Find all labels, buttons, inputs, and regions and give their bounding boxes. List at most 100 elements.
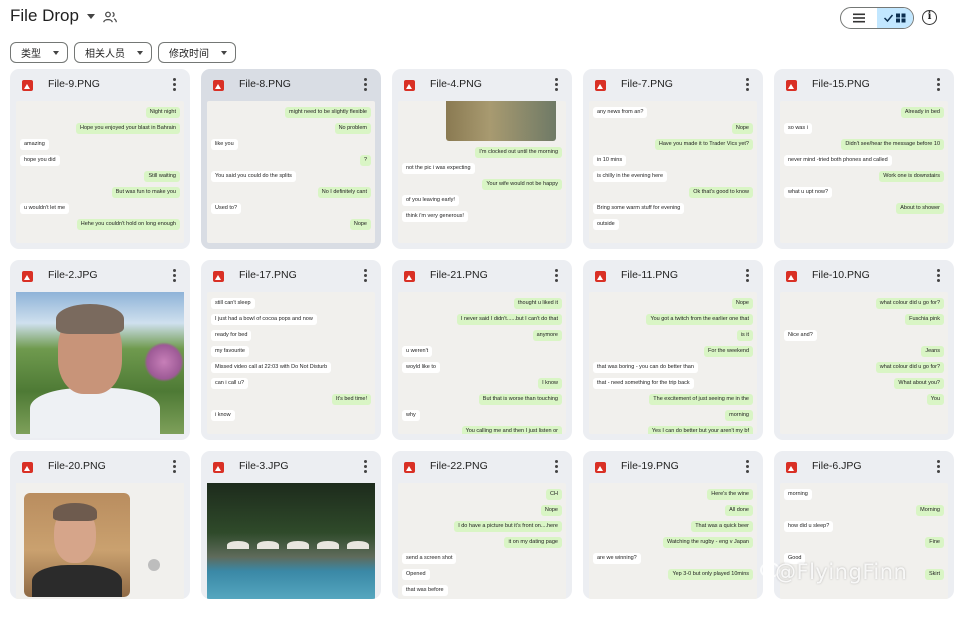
- more-actions-icon[interactable]: [168, 460, 180, 474]
- more-actions-icon[interactable]: [168, 78, 180, 92]
- image-file-icon: [22, 80, 33, 91]
- chat-message-bubble: Here's the wine: [707, 489, 753, 500]
- chat-message-bubble: You got a twitch from the earlier one th…: [646, 314, 753, 325]
- chat-message-bubble: I do have a picture but it's front on...…: [454, 521, 562, 532]
- chat-message-bubble: woyld like to: [402, 362, 440, 373]
- more-actions-icon[interactable]: [932, 78, 944, 92]
- more-actions-icon[interactable]: [359, 78, 371, 92]
- chat-message-bubble: amazing: [20, 139, 49, 150]
- file-name: File-15.PNG: [812, 78, 870, 90]
- file-name: File-22.PNG: [430, 460, 488, 472]
- chat-message-bubble: my favourite: [211, 346, 249, 357]
- chat-photo-attachment: [446, 101, 556, 141]
- chat-message-bubble: You: [926, 394, 944, 405]
- more-actions-icon[interactable]: [932, 269, 944, 283]
- image-file-icon: [404, 462, 415, 473]
- chat-screenshot-preview: [16, 483, 184, 599]
- filter-people-chip[interactable]: 相关人员: [74, 42, 152, 63]
- chat-screenshot-preview: I'm clocked out until the morning not the…: [398, 101, 566, 243]
- file-card[interactable]: File-21.PNG thought u liked it I never sai…: [392, 260, 572, 440]
- file-card[interactable]: File-15.PNG Already in bed so was i Didn't …: [774, 69, 954, 249]
- chat-message-bubble: Jeans: [921, 346, 944, 357]
- chat-message-bubble: About to shower: [896, 203, 944, 214]
- chat-message-bubble: morning: [725, 410, 753, 421]
- chat-message-bubble: is chilly in the evening here: [593, 171, 668, 182]
- more-actions-icon[interactable]: [932, 460, 944, 474]
- file-card[interactable]: File-3.JPG: [201, 451, 381, 599]
- chat-message-bubble: thought u liked it: [513, 298, 562, 309]
- chat-message-bubble: Already in bed: [900, 107, 944, 118]
- chat-message-bubble: No I definitely cant: [317, 187, 371, 198]
- chat-message-bubble: Yes I can do better but your aren't my b…: [647, 426, 753, 434]
- image-file-icon: [213, 271, 224, 282]
- more-actions-icon[interactable]: [741, 78, 753, 92]
- shared-people-icon[interactable]: [103, 11, 117, 23]
- file-card[interactable]: File-17.PNG still can't sleep I just had a…: [201, 260, 381, 440]
- folder-title-button[interactable]: File Drop: [10, 6, 95, 26]
- file-card[interactable]: File-4.PNG I'm clocked out until the morn…: [392, 69, 572, 249]
- info-icon[interactable]: i: [922, 10, 937, 25]
- chat-message-bubble: that - need something for the trip back: [593, 378, 694, 389]
- filter-modified-chip[interactable]: 修改时间: [158, 42, 236, 63]
- chat-message-bubble: But was fun to make you: [111, 187, 180, 198]
- more-actions-icon[interactable]: [550, 460, 562, 474]
- image-file-icon: [22, 271, 33, 282]
- file-card-header: File-6.JPG: [774, 451, 954, 483]
- chat-message-bubble: of you leaving early!: [402, 195, 459, 206]
- more-actions-icon[interactable]: [550, 78, 562, 92]
- chat-screenshot-preview: thought u liked it I never said I didn't.…: [398, 292, 566, 434]
- file-card[interactable]: File-22.PNG CH Nope I do have a picture but…: [392, 451, 572, 599]
- chat-message-bubble: Skirt: [925, 569, 944, 580]
- more-actions-icon[interactable]: [741, 269, 753, 283]
- chat-message-bubble: hope you did: [20, 155, 60, 166]
- chat-screenshot-preview: what colour did u go for? Fuschia pink Nic…: [780, 292, 948, 434]
- chat-message-bubble: why: [402, 410, 420, 421]
- image-file-icon: [404, 271, 415, 282]
- filter-type-chip[interactable]: 类型: [10, 42, 68, 63]
- image-file-icon: [22, 462, 33, 473]
- chat-message-bubble: Morning: [916, 505, 944, 516]
- file-card[interactable]: File-20.PNG: [10, 451, 190, 599]
- file-card[interactable]: File-11.PNG Nope You got a twitch from the…: [583, 260, 763, 440]
- more-actions-icon[interactable]: [741, 460, 753, 474]
- grid-view-button[interactable]: [877, 8, 913, 28]
- chat-message-bubble: Your wife would not be happy: [482, 179, 562, 190]
- file-card[interactable]: File-7.PNG any news from an? Nope Have you …: [583, 69, 763, 249]
- chat-message-bubble: morning: [784, 489, 812, 500]
- file-card[interactable]: File-19.PNG Here's the wine All done That w…: [583, 451, 763, 599]
- chat-message-bubble: send a screen shot: [402, 553, 457, 564]
- chat-message-bubble: I just had a bowl of cocoa pops and now: [211, 314, 317, 325]
- chat-screenshot-preview: Night night Hope you enjoyed your blast i…: [16, 101, 184, 243]
- chat-message-bubble: Watching the rugby - eng v Japan: [662, 537, 753, 548]
- file-card-header: File-15.PNG: [774, 69, 954, 101]
- file-card[interactable]: File-8.PNG might need to be slightly flex…: [201, 69, 381, 249]
- chat-screenshot-preview: still can't sleep I just had a bowl of co…: [207, 292, 375, 434]
- file-card[interactable]: File-10.PNG what colour did u go for? Fusc…: [774, 260, 954, 440]
- file-card[interactable]: File-2.JPG: [10, 260, 190, 440]
- chat-message-bubble: Night night: [145, 107, 180, 118]
- chat-screenshot-preview: Nope You got a twitch from the earlier on…: [589, 292, 757, 434]
- list-view-button[interactable]: [841, 8, 877, 28]
- more-actions-icon[interactable]: [359, 269, 371, 283]
- chat-screenshot-preview: CH Nope I do have a picture but it's front…: [398, 483, 566, 599]
- file-name: File-8.PNG: [239, 78, 291, 90]
- file-card-header: File-22.PNG: [392, 451, 572, 483]
- more-actions-icon[interactable]: [359, 460, 371, 474]
- chat-message-bubble: Used to?: [211, 203, 242, 214]
- more-actions-icon[interactable]: [550, 269, 562, 283]
- chat-message-bubble: it on my dating page: [504, 537, 562, 548]
- chat-message-bubble: in 10 mins: [593, 155, 627, 166]
- chat-message-bubble: still can't sleep: [211, 298, 255, 309]
- chat-message-bubble: I never said I didn't......but I can't d…: [456, 314, 562, 325]
- more-actions-icon[interactable]: [168, 269, 180, 283]
- chat-message-bubble: I'm clocked out until the morning: [475, 147, 562, 158]
- chat-message-bubble: Fine: [925, 537, 944, 548]
- chat-message-bubble: What about you?: [894, 378, 944, 389]
- file-card[interactable]: File-9.PNG Night night Hope you enjoyed yo…: [10, 69, 190, 249]
- chat-screenshot-preview: Here's the wine All done That was a quick …: [589, 483, 757, 599]
- chip-label: 类型: [21, 49, 41, 60]
- chat-message-bubble: like you: [211, 139, 238, 150]
- filter-bar: 类型 相关人员 修改时间: [10, 42, 236, 63]
- chat-message-bubble: ready for bed: [211, 330, 252, 341]
- chat-message-bubble: Fuschia pink: [905, 314, 944, 325]
